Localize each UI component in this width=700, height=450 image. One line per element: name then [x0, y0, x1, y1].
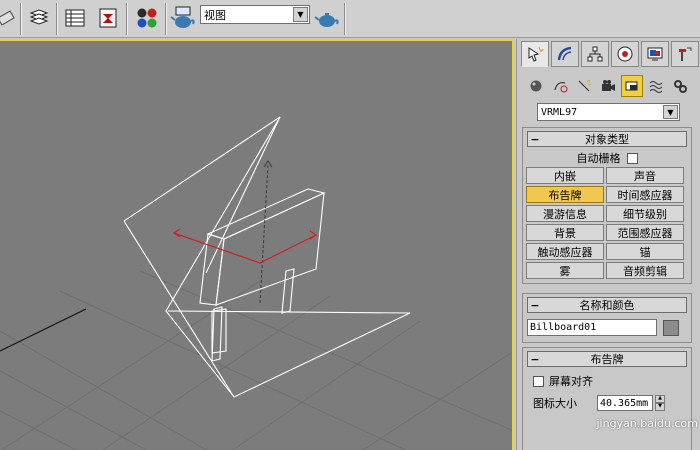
object-type-buttons: 内嵌 声音 布告牌 时间感应器 漫游信息 细节级别 背景 范围感应器 触动感应器… [523, 167, 691, 283]
billboard-rollout: − 布告牌 屏幕对齐 图标大小 40.365mm ▲ ▼ [522, 347, 692, 450]
name-color-rollout: − 名称和颜色 Billboard01 [522, 293, 692, 343]
icon-size-row: 图标大小 40.365mm ▲ ▼ [523, 392, 691, 414]
transform-gizmo[interactable] [172, 228, 318, 264]
geometry-icon[interactable] [525, 75, 547, 97]
name-color-title: 名称和颜色 [579, 299, 635, 312]
helper-category-value: VRML97 [541, 106, 578, 118]
pivot-z-axis [259, 164, 269, 304]
command-panel: VRML97 ▼ − 对象类型 自动栅格 内嵌 声音 布告牌 时间感应器 漫游信… [516, 39, 700, 450]
world-axis-line [0, 308, 87, 352]
lights-icon[interactable] [573, 75, 595, 97]
render-view-dropdown[interactable]: 视图 ▼ [200, 5, 310, 24]
command-panel-tabs [521, 41, 700, 67]
audio-clip-button[interactable]: 音频剪辑 [606, 262, 684, 279]
screen-align-checkbox[interactable] [533, 375, 544, 387]
grid-lines [0, 270, 512, 450]
navinfo-button[interactable]: 漫游信息 [526, 205, 604, 222]
billboard-title: 布告牌 [590, 353, 624, 366]
toolbar-separator [165, 3, 167, 35]
icon-size-label: 图标大小 [533, 397, 577, 410]
toolbar-separator [56, 3, 58, 35]
anchor-button[interactable]: 锚 [606, 243, 684, 260]
billboard-frame[interactable] [123, 116, 411, 398]
material-editor-icon[interactable] [134, 5, 160, 31]
icon-size-spinner[interactable]: ▲ ▼ [655, 395, 665, 411]
layers-icon[interactable] [26, 5, 52, 31]
object-name-field[interactable]: Billboard01 [527, 319, 657, 336]
billboard-button[interactable]: 布告牌 [526, 186, 604, 203]
create-subcategories [525, 75, 693, 97]
curve-editor-icon[interactable] [95, 5, 121, 31]
cameras-icon[interactable] [597, 75, 619, 97]
touch-sensor-button[interactable]: 触动感应器 [526, 243, 604, 260]
sound-button[interactable]: 声音 [606, 167, 684, 184]
auto-grid-checkbox[interactable] [626, 152, 638, 164]
proximity-sensor-button[interactable]: 范围感应器 [606, 224, 684, 241]
billboard-object[interactable] [199, 188, 326, 362]
object-type-title: 对象类型 [585, 133, 629, 146]
hierarchy-tab-icon[interactable] [581, 41, 609, 67]
billboard-header[interactable]: − 布告牌 [527, 351, 687, 367]
render-view-value: 视图 [204, 8, 226, 22]
name-row: Billboard01 [523, 316, 691, 342]
eraser-icon[interactable] [0, 5, 20, 31]
toolbar-separator [20, 3, 22, 35]
screen-align-label: 屏幕对齐 [549, 375, 593, 388]
shapes-icon[interactable] [549, 75, 571, 97]
toolbar-separator [344, 3, 346, 35]
icon-size-field[interactable]: 40.365mm [597, 395, 653, 411]
create-tab-icon[interactable] [521, 41, 549, 67]
chevron-down-icon[interactable]: ▼ [663, 105, 678, 119]
lod-button[interactable]: 细节级别 [606, 205, 684, 222]
auto-grid-row: 自动栅格 [523, 150, 691, 166]
background-button[interactable]: 背景 [526, 224, 604, 241]
main-toolbar: 视图 ▼ [0, 0, 700, 38]
space-warps-icon[interactable] [645, 75, 667, 97]
inline-button[interactable]: 内嵌 [526, 167, 604, 184]
display-tab-icon[interactable] [641, 41, 669, 67]
modify-tab-icon[interactable] [551, 41, 579, 67]
object-type-rollout: − 对象类型 自动栅格 内嵌 声音 布告牌 时间感应器 漫游信息 细节级别 背景… [522, 127, 692, 284]
perspective-viewport[interactable] [0, 39, 514, 450]
screen-align-row: 屏幕对齐 [523, 370, 691, 392]
helper-category-dropdown[interactable]: VRML97 ▼ [537, 103, 680, 121]
chevron-down-icon[interactable]: ▼ [293, 7, 308, 22]
toolbar-separator [126, 3, 128, 35]
object-type-header[interactable]: − 对象类型 [527, 131, 687, 147]
systems-icon[interactable] [669, 75, 691, 97]
teapot-render-icon[interactable] [314, 5, 340, 31]
table-icon[interactable] [62, 5, 88, 31]
name-color-header[interactable]: − 名称和颜色 [527, 297, 687, 313]
auto-grid-label: 自动栅格 [576, 152, 621, 165]
fog-button[interactable]: 雾 [526, 262, 604, 279]
utilities-tab-icon[interactable] [671, 41, 699, 67]
object-color-swatch[interactable] [663, 319, 679, 336]
motion-tab-icon[interactable] [611, 41, 639, 67]
watermark-text: jingyan.baidu.com [596, 417, 698, 430]
render-scene-icon[interactable] [170, 5, 196, 31]
helpers-icon[interactable] [621, 75, 643, 97]
time-sensor-button[interactable]: 时间感应器 [606, 186, 684, 203]
